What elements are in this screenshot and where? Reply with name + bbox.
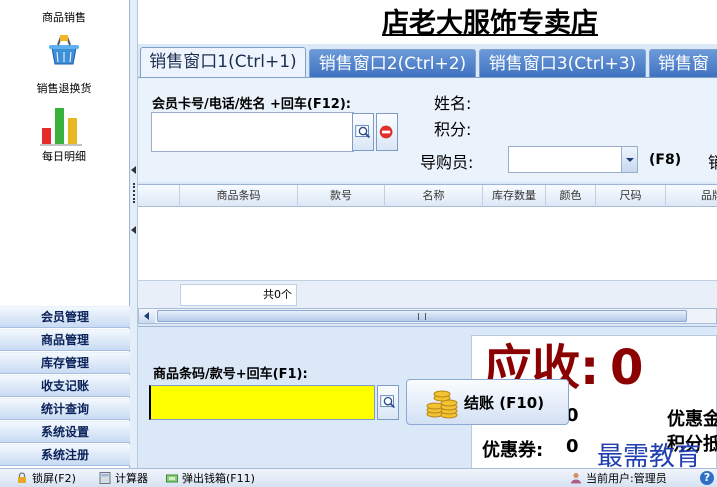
scroll-left-icon[interactable] (139, 309, 155, 323)
cash-drawer-button[interactable]: 弹出钱箱(F11) (166, 471, 255, 487)
collapse-left-icon[interactable] (131, 166, 136, 174)
menu-inventory-management[interactable]: 库存管理 (0, 352, 130, 374)
grid-horizontal-scrollbar[interactable] (138, 308, 717, 324)
search-icon (380, 395, 396, 409)
menu-bookkeeping[interactable]: 收支记账 (0, 375, 130, 397)
barcode-input[interactable] (149, 385, 375, 420)
sidebar: 商品销售 销售退换货 每日明细 会员管理 商品管理 库存管理 收支记账 统计查询… (0, 0, 130, 468)
coins-icon (426, 390, 458, 419)
member-card-input[interactable] (151, 112, 354, 152)
sidebar-tool-returns[interactable]: 销售退换货 (0, 30, 128, 98)
coupon-label: 优惠券: (482, 440, 544, 461)
title-bar: 店老大服饰专卖店 (138, 0, 717, 44)
checkout-panel: 商品条码/款号+回车(F1): 应收: 0 0 优惠金 优惠券: 0 积分抵 最… (138, 326, 717, 468)
menu-product-management[interactable]: 商品管理 (0, 329, 130, 351)
sidebar-tool-label: 商品销售 (42, 11, 86, 24)
member-panel: 会员卡号/电话/姓名 +回车(F12): 姓名: 积分: 导购员: (F8) 销 (138, 77, 717, 182)
watermark: 最需教育 (597, 442, 702, 468)
user-icon (571, 473, 581, 484)
column-header-name[interactable]: 名称 (385, 185, 483, 207)
lock-screen-label: 锁屏(F2) (32, 472, 76, 485)
panel-splitter[interactable] (130, 0, 138, 468)
sales-guide-select[interactable] (508, 146, 638, 173)
sidebar-menu: 会员管理 商品管理 库存管理 收支记账 统计查询 系统设置 系统注册 (0, 306, 130, 467)
column-header-select[interactable] (138, 185, 180, 207)
calculator-icon (99, 472, 111, 484)
discount-amount-label: 优惠金 (667, 409, 717, 430)
lock-screen-button[interactable]: 锁屏(F2) (16, 471, 76, 487)
column-header-size[interactable]: 尺码 (596, 185, 666, 207)
sales-guide-shortcut: (F8) (649, 152, 682, 168)
barcode-search-button[interactable] (377, 385, 399, 420)
help-icon[interactable]: ? (700, 471, 714, 485)
sidebar-tool-label: 每日明细 (42, 150, 86, 163)
search-icon (355, 125, 371, 139)
calculator-button[interactable]: 计算器 (99, 471, 148, 487)
column-header-stock[interactable]: 库存数量 (483, 185, 546, 207)
checkout-button[interactable]: 结账 (F10) (406, 379, 569, 425)
store-title: 店老大服饰专卖店 (382, 8, 598, 39)
bar-chart-icon (40, 108, 82, 146)
grid-summary-row: 共0个 (138, 280, 717, 308)
column-header-style-no[interactable]: 款号 (298, 185, 385, 207)
sales-guide-label: 导购员: (420, 153, 474, 172)
calculator-label: 计算器 (115, 472, 148, 485)
tab-sales-window-3[interactable]: 销售窗口3(Ctrl+3) (479, 49, 646, 77)
lock-icon (18, 472, 26, 483)
product-grid[interactable]: 商品条码 款号 名称 库存数量 颜色 尺码 品牌 共0个 (138, 184, 717, 310)
scrollbar-thumb[interactable] (157, 310, 687, 322)
tab-sales-window-1[interactable]: 销售窗口1(Ctrl+1) (140, 47, 306, 77)
total-count: 共0个 (180, 284, 297, 306)
member-card-label: 会员卡号/电话/姓名 +回车(F12): (152, 97, 351, 112)
menu-system-registration[interactable]: 系统注册 (0, 444, 130, 466)
truncated-label: 销 (708, 149, 717, 173)
remove-icon (379, 125, 393, 139)
tab-sales-window-2[interactable]: 销售窗口2(Ctrl+2) (309, 49, 476, 77)
cash-drawer-label: 弹出钱箱(F11) (182, 472, 255, 485)
sidebar-tool-label: 销售退换货 (36, 82, 92, 95)
member-name-label: 姓名: (434, 94, 472, 113)
current-user-label: 当前用户:管理员 (586, 472, 667, 485)
column-header-barcode[interactable]: 商品条码 (180, 185, 298, 207)
grid-header: 商品条码 款号 名称 库存数量 颜色 尺码 品牌 (138, 185, 717, 207)
amount-due-value: 0 (610, 340, 644, 396)
menu-member-management[interactable]: 会员管理 (0, 306, 130, 328)
menu-statistics[interactable]: 统计查询 (0, 398, 130, 420)
current-user: 当前用户:管理员 (570, 471, 667, 487)
status-bar: 锁屏(F2) 计算器 弹出钱箱(F11) 当前用户:管理员 ? (0, 468, 717, 487)
tab-sales-window-4[interactable]: 销售窗 (649, 49, 717, 77)
member-clear-button[interactable] (376, 113, 398, 151)
column-header-brand[interactable]: 品牌 (666, 185, 717, 207)
column-header-color[interactable]: 颜色 (546, 185, 596, 207)
sidebar-tool-daily-detail[interactable]: 每日明细 (0, 100, 128, 166)
sidebar-tool-sales[interactable]: 商品销售 (0, 0, 128, 26)
scrollbar-grip-icon (418, 313, 426, 320)
sales-window-tabs: 销售窗口1(Ctrl+1) 销售窗口2(Ctrl+2) 销售窗口3(Ctrl+3… (138, 47, 717, 77)
basket-return-icon (49, 35, 79, 65)
coupon-value: 0 (566, 436, 579, 457)
checkout-button-label: 结账 (F10) (464, 394, 545, 412)
collapse-left-icon[interactable] (131, 226, 136, 234)
barcode-label: 商品条码/款号+回车(F1): (153, 367, 308, 382)
member-search-button[interactable] (352, 113, 374, 151)
splitter-grip[interactable] (133, 183, 135, 203)
menu-system-settings[interactable]: 系统设置 (0, 421, 130, 443)
member-points-label: 积分: (434, 120, 472, 139)
chevron-down-icon[interactable] (621, 147, 637, 172)
cash-drawer-icon (166, 474, 178, 483)
